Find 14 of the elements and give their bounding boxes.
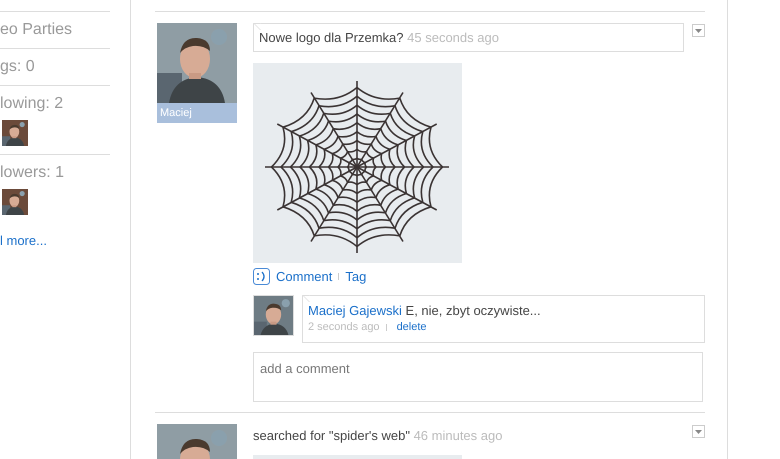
sidebar-stat: lowers: 1 xyxy=(0,163,66,183)
activity-message: searched for "spider's web" 46 minutes ago xyxy=(253,426,504,445)
comment-time: 2 seconds ago xyxy=(308,320,380,334)
sidebar-stat: lowing: 2 xyxy=(0,94,64,114)
delete-link[interactable]: delete xyxy=(396,318,427,336)
comment-field[interactable]: add a comment xyxy=(253,352,703,402)
action-link[interactable]: Comment xyxy=(276,267,332,286)
action-link[interactable]: Tag xyxy=(345,267,366,286)
more-link[interactable]: l more... xyxy=(0,233,47,248)
commenter-name[interactable]: Maciej Gajewski xyxy=(308,302,402,318)
sidebar-title: eo Parties xyxy=(0,20,74,40)
sidebar-stat: gs: 0 xyxy=(0,57,36,77)
comment-text: E, nie, zbyt oczywiste... xyxy=(404,302,541,318)
status-message: Nowe logo dla Przemka? 45 seconds ago xyxy=(253,23,684,52)
